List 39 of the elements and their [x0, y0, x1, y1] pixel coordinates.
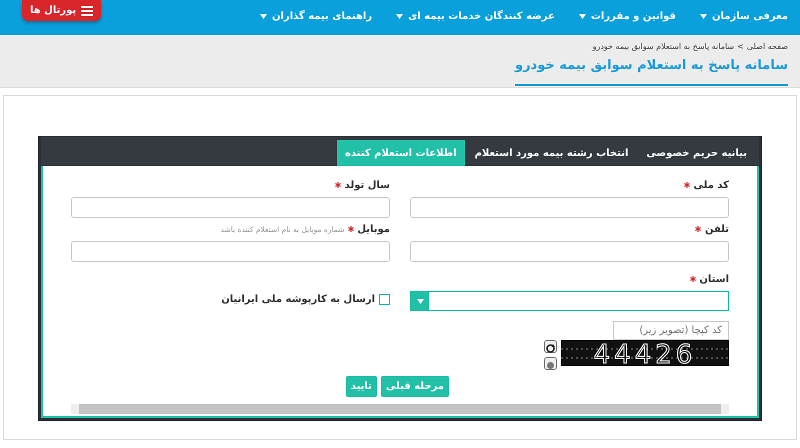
caret-icon [260, 14, 267, 19]
input-field[interactable] [410, 241, 729, 262]
field-label: کد ملی [410, 178, 729, 193]
nav-menu-item[interactable]: راهنمای بیمه گذاران [260, 9, 372, 24]
portals-button[interactable]: پورتال ها [22, 0, 102, 21]
captcha-field[interactable]: کد کپچا (تصویر زیر) [613, 321, 729, 340]
caret-icon [578, 14, 586, 19]
breadcrumb-link[interactable]: صفحه اصلی [746, 41, 788, 53]
refresh-icon [545, 343, 556, 354]
breadcrumb-current: سامانه پاسخ به استعلام سوابق بیمه خودرو [592, 41, 734, 53]
input-field[interactable] [71, 197, 390, 218]
menu-icon [81, 6, 94, 16]
checkbox-label: ارسال به کارپوشه ملی ایرانیان [221, 293, 375, 307]
caret-icon [416, 298, 424, 304]
nav-menu-item[interactable]: معرفی سازمان [700, 9, 788, 24]
form-button[interactable]: مرحله قبلی [380, 376, 449, 397]
horizontal-scrollbar[interactable] [71, 404, 729, 414]
input-field[interactable] [410, 197, 729, 218]
nav-menu-item[interactable]: قوانین و مقررات [578, 9, 676, 24]
audio-button[interactable] [544, 357, 557, 370]
tab[interactable]: اطلاعات استعلام کننده [336, 140, 465, 166]
tab[interactable]: بیانیه حریم خصوصی [638, 140, 755, 166]
province-select[interactable] [410, 291, 729, 311]
captcha-image: 44426 [561, 340, 729, 366]
page-title: سامانه پاسخ به استعلام سوابق بیمه خودرو [514, 56, 788, 86]
tab[interactable]: انتخاب رشته بیمه مورد استعلام [466, 140, 636, 166]
checkbox[interactable] [379, 294, 390, 305]
field-label: سال تولد [71, 178, 390, 193]
caret-icon [396, 14, 404, 19]
field-label: تلفن [410, 222, 729, 237]
speaker-icon [545, 360, 556, 372]
field-label: استان [410, 272, 729, 287]
dropdown-button[interactable] [411, 292, 429, 310]
nav-menu-item[interactable]: عرضه کنندگان خدمات بیمه ای [396, 9, 555, 24]
breadcrumb-separator: > [737, 41, 744, 53]
form-button[interactable]: تایید [346, 376, 377, 397]
caret-icon [700, 14, 707, 19]
refresh-button[interactable] [544, 340, 557, 353]
input-field[interactable] [71, 241, 390, 262]
